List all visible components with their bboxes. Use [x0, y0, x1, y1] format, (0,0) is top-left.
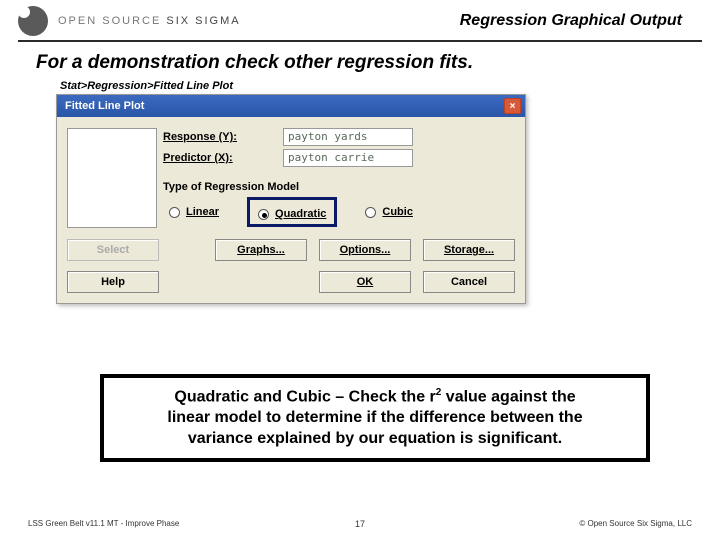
storage-button[interactable]: Storage... — [423, 239, 515, 261]
menu-path: Stat>Regression>Fitted Line Plot — [0, 80, 720, 92]
variable-listbox[interactable] — [67, 128, 157, 228]
radio-icon — [365, 207, 376, 218]
dialog-title: Fitted Line Plot — [65, 100, 144, 112]
graphs-button[interactable]: Graphs... — [215, 239, 307, 261]
response-input[interactable]: payton yards — [283, 128, 413, 146]
radio-icon — [258, 209, 269, 220]
fitted-line-plot-dialog: Fitted Line Plot × Response (Y): payton … — [56, 94, 526, 304]
radio-icon — [169, 207, 180, 218]
callout-box: Quadratic and Cubic – Check the r2 value… — [100, 374, 650, 462]
logo-text: OPEN SOURCE SIX SIGMA — [58, 15, 241, 27]
help-button[interactable]: Help — [67, 271, 159, 293]
predictor-input[interactable]: payton carrie — [283, 149, 413, 167]
select-button[interactable]: Select — [67, 239, 159, 261]
page-number: 17 — [355, 519, 365, 529]
logo-icon — [18, 6, 48, 36]
radio-quadratic[interactable]: Quadratic — [258, 208, 326, 220]
response-label: Response (Y): — [163, 131, 283, 143]
close-icon[interactable]: × — [504, 98, 521, 114]
radio-cubic[interactable]: Cubic — [365, 197, 413, 227]
ok-button[interactable]: OK — [319, 271, 411, 293]
quadratic-highlight: Quadratic — [247, 197, 337, 227]
predictor-label: Predictor (X): — [163, 152, 283, 164]
dialog-titlebar: Fitted Line Plot × — [57, 95, 525, 117]
options-button[interactable]: Options... — [319, 239, 411, 261]
page-subtitle: For a demonstration check other regressi… — [0, 52, 720, 80]
radio-linear[interactable]: Linear — [169, 197, 219, 227]
footer-left: LSS Green Belt v11.1 MT - Improve Phase — [28, 519, 179, 528]
regression-type-label: Type of Regression Model — [163, 181, 515, 193]
cancel-button[interactable]: Cancel — [423, 271, 515, 293]
header-divider — [18, 40, 702, 42]
footer-copyright: © Open Source Six Sigma, LLC — [579, 519, 692, 528]
slide-title: Regression Graphical Output — [460, 12, 702, 30]
